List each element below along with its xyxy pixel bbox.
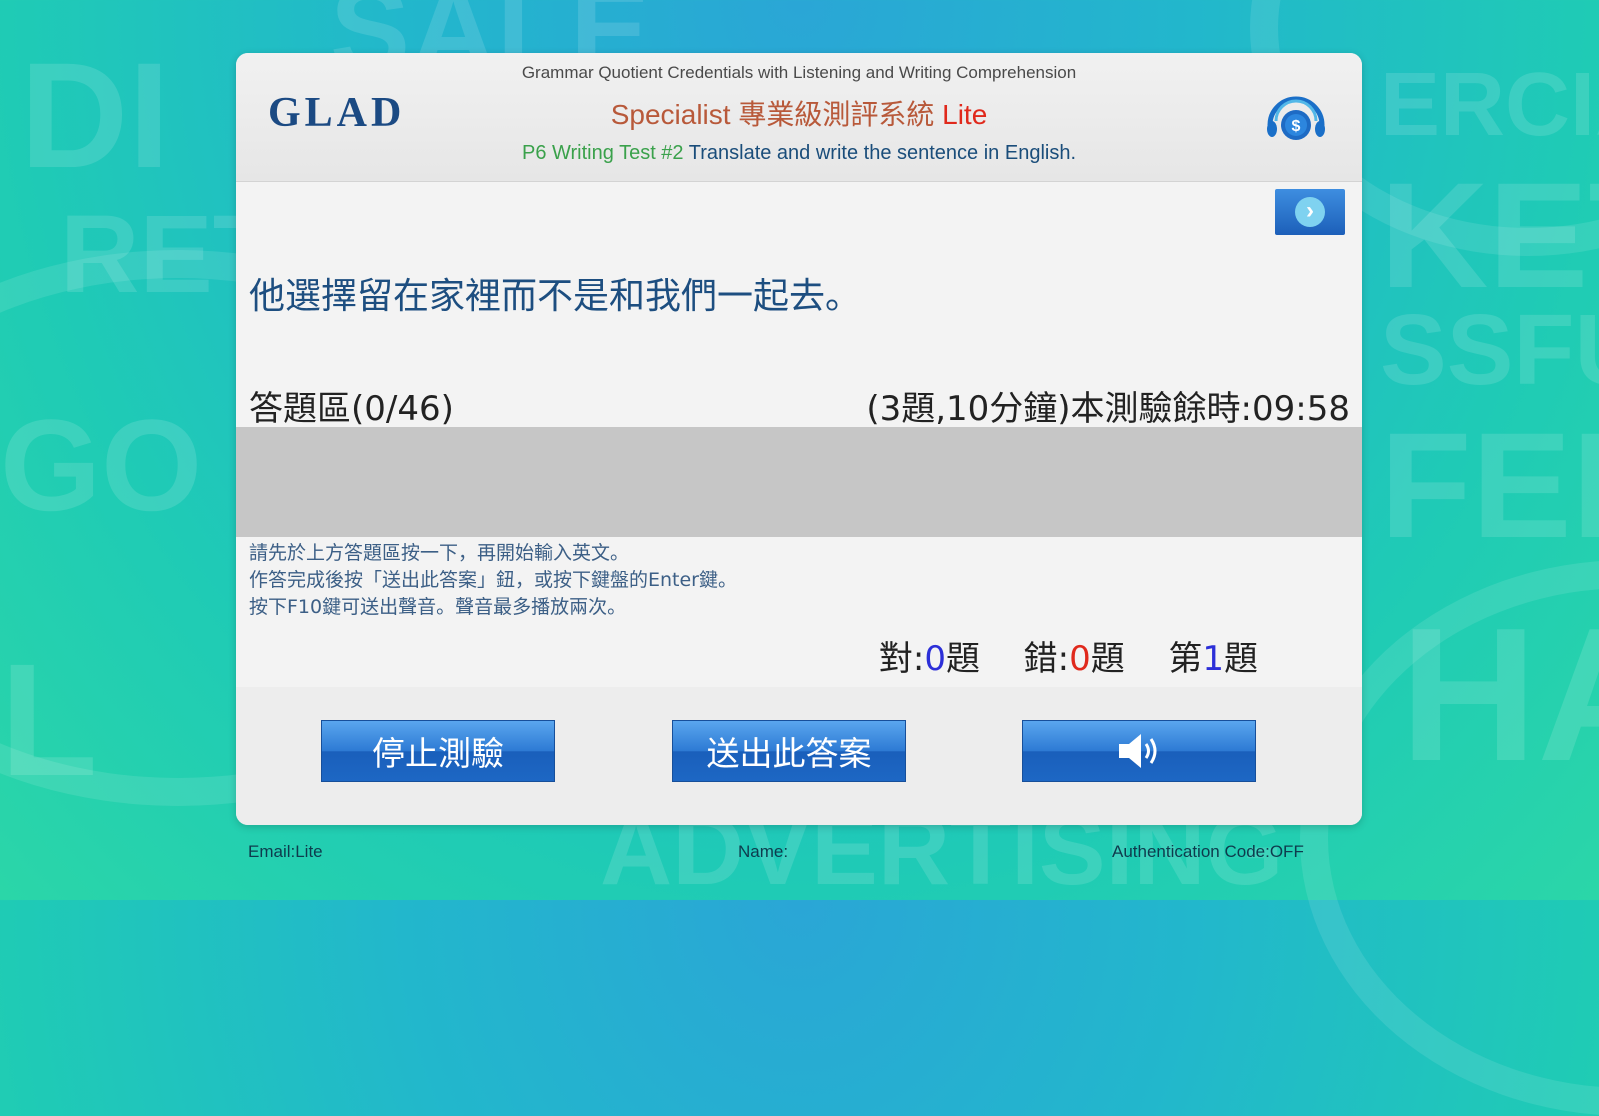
correct-label: 對: — [878, 639, 925, 679]
wrong-label: 錯: — [1023, 639, 1070, 679]
dollar-globe-icon[interactable]: $ — [1264, 91, 1328, 147]
header-title-lite: Lite — [942, 99, 988, 130]
question-text: 他選擇留在家裡而不是和我們一起去。 — [249, 276, 862, 317]
footer-auth-code: Authentication Code:OFF — [1112, 842, 1304, 861]
header: GLAD Grammar Quotient Credentials with L… — [236, 53, 1362, 182]
question-number-unit: 題 — [1224, 639, 1258, 679]
svg-text:$: $ — [1292, 118, 1301, 135]
wrong-unit: 題 — [1090, 639, 1125, 679]
stop-test-button[interactable]: 停止測驗 — [321, 720, 555, 782]
header-title-main: Specialist 專業級測評系統 — [610, 99, 935, 130]
header-test-info: P6 Writing Test #2 Translate and write t… — [236, 142, 1362, 165]
instruction-line: 請先於上方答題區按一下，再開始輸入英文。 — [249, 542, 630, 564]
test-instruction: Translate and write the sentence in Engl… — [688, 142, 1077, 164]
wrong-count: 0 — [1069, 639, 1091, 679]
next-button[interactable]: › — [1275, 189, 1345, 235]
answer-area-label: 答題區(0/46) — [249, 389, 454, 429]
question-number-prefix: 第 — [1168, 639, 1203, 679]
header-subtitle: Grammar Quotient Credentials with Listen… — [521, 63, 1077, 82]
footer-name: Name: — [738, 842, 789, 861]
footer-email: Email:Lite — [248, 842, 323, 861]
instructions: 請先於上方答題區按一下，再開始輸入英文。 作答完成後按「送出此答案」鈕，或按下鍵… — [249, 540, 737, 621]
button-bar: 停止測驗 送出此答案 — [236, 687, 1362, 825]
correct-unit: 題 — [946, 639, 980, 679]
header-title: Specialist 專業級測評系統 Lite — [236, 93, 1362, 133]
score-summary: 對:0題 錯:0題 第1題 — [879, 631, 1258, 680]
instruction-line: 作答完成後按「送出此答案」鈕，或按下鍵盤的Enter鍵。 — [249, 569, 737, 591]
play-sound-button[interactable] — [1022, 720, 1256, 782]
chevron-right-icon: › — [1295, 197, 1325, 227]
test-name: P6 Writing Test #2 — [521, 142, 684, 164]
speaker-icon — [1119, 734, 1157, 768]
correct-count: 0 — [924, 639, 946, 679]
test-panel: GLAD Grammar Quotient Credentials with L… — [236, 53, 1362, 825]
answer-input[interactable] — [236, 427, 1362, 537]
instruction-line: 按下F10鍵可送出聲音。聲音最多播放兩次。 — [249, 596, 627, 618]
time-remaining: (3題,10分鐘)本測驗餘時:09:58 — [866, 389, 1350, 429]
submit-answer-button[interactable]: 送出此答案 — [672, 720, 906, 782]
question-number: 1 — [1202, 639, 1224, 679]
